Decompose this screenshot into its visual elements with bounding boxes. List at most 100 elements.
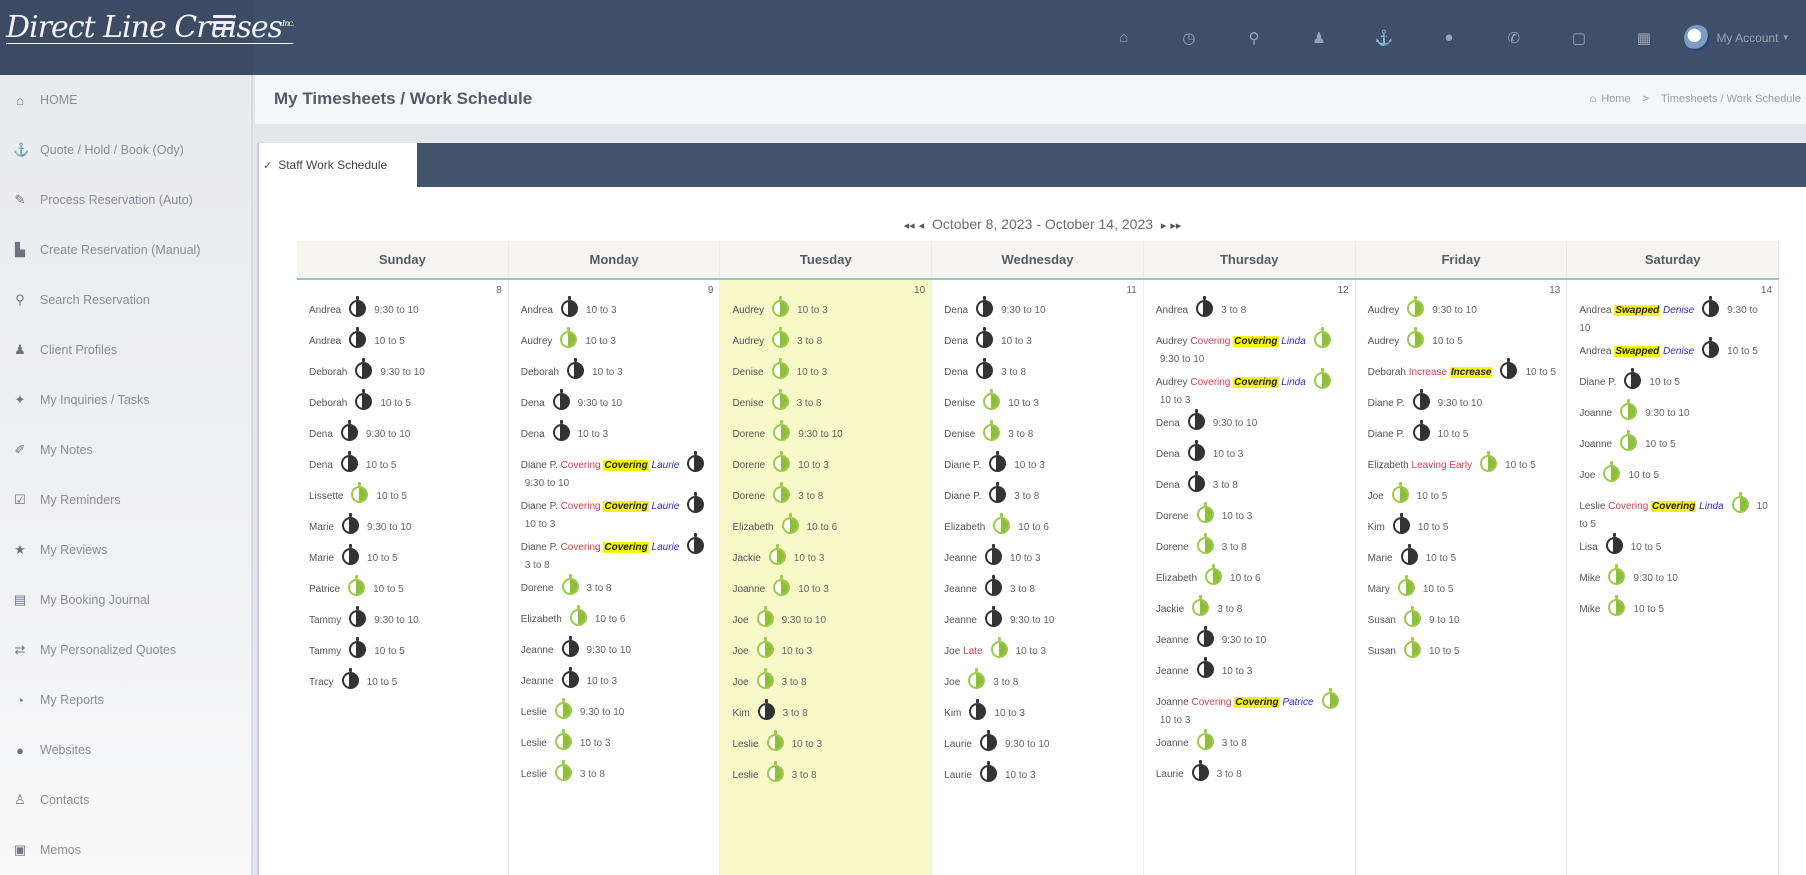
- shift-entry[interactable]: Denise 3 to 8: [732, 389, 921, 421]
- shift-entry[interactable]: Audrey 3 to 8: [732, 327, 921, 359]
- clock-dark-icon[interactable]: [984, 575, 1002, 597]
- shift-entry[interactable]: Joanne 9:30 to 10: [1579, 399, 1768, 431]
- clock-green-icon[interactable]: [1321, 688, 1339, 710]
- tab-staff-work-schedule[interactable]: ✓ Staff Work Schedule: [259, 143, 417, 187]
- shift-entry[interactable]: Joe 9:30 to 10: [732, 606, 921, 638]
- clock-green-icon[interactable]: [773, 575, 791, 597]
- shift-entry[interactable]: Dena 9:30 to 10: [1156, 409, 1345, 441]
- clock-green-icon[interactable]: [1480, 451, 1498, 473]
- shift-entry[interactable]: Joe 10 to 3: [732, 637, 921, 669]
- menu-toggle-icon[interactable]: [213, 15, 233, 31]
- clock-green-icon[interactable]: [1196, 729, 1214, 751]
- shift-entry[interactable]: Leslie 3 to 8: [521, 760, 710, 792]
- shift-entry[interactable]: Jeanne 9:30 to 10: [521, 636, 710, 668]
- shift-entry[interactable]: Audrey 9:30 to 10: [1368, 296, 1557, 328]
- clock-dark-icon[interactable]: [1412, 389, 1430, 411]
- clock-green-icon[interactable]: [569, 605, 587, 627]
- clock-green-icon[interactable]: [773, 482, 791, 504]
- shift-entry[interactable]: Diane P. 10 to 5: [1368, 420, 1557, 452]
- clock-dark-icon[interactable]: [687, 451, 705, 473]
- clock-green-icon[interactable]: [968, 668, 986, 690]
- clock-dark-icon[interactable]: [989, 451, 1007, 473]
- clock-dark-icon[interactable]: [1187, 471, 1205, 493]
- clock-dark-icon[interactable]: [349, 327, 367, 349]
- next-next-week-button[interactable]: ▸▸: [1170, 220, 1181, 232]
- clock-dark-icon[interactable]: [349, 296, 367, 318]
- shift-entry[interactable]: Denise 3 to 8: [944, 420, 1133, 452]
- shift-entry[interactable]: Diane P. 10 to 3: [944, 451, 1133, 483]
- prev-prev-week-button[interactable]: ◂◂: [904, 220, 915, 232]
- clock-icon[interactable]: ◷: [1156, 29, 1221, 47]
- shift-entry[interactable]: Laurie 9:30 to 10: [944, 730, 1133, 762]
- sidebar-item-my-reviews[interactable]: ★ My Reviews: [0, 525, 251, 575]
- clock-green-icon[interactable]: [756, 637, 774, 659]
- clock-green-icon[interactable]: [983, 420, 1001, 442]
- clock-dark-icon[interactable]: [969, 699, 987, 721]
- shift-entry[interactable]: Dena 10 to 5: [309, 451, 498, 483]
- clock-green-icon[interactable]: [1403, 637, 1421, 659]
- shift-entry[interactable]: Dena 10 to 3: [1156, 440, 1345, 472]
- clock-green-icon[interactable]: [773, 451, 791, 473]
- shift-entry[interactable]: Jeanne 3 to 8: [944, 575, 1133, 607]
- clock-green-icon[interactable]: [768, 544, 786, 566]
- sidebar-item-search-reservation[interactable]: ⚲ Search Reservation: [0, 275, 251, 325]
- shift-entry[interactable]: Mike 10 to 5: [1579, 595, 1768, 627]
- shift-entry[interactable]: Marie 9:30 to 10: [309, 513, 498, 545]
- shift-entry[interactable]: Audrey Covering Covering Linda 9:30 to 10: [1156, 327, 1345, 369]
- clock-dark-icon[interactable]: [552, 389, 570, 411]
- sidebar-item-my-personalized-quotes[interactable]: ⇄ My Personalized Quotes: [0, 625, 251, 675]
- person-icon[interactable]: ♟: [1286, 29, 1351, 47]
- sidebar-item-my-notes[interactable]: ✐ My Notes: [0, 425, 251, 475]
- shift-entry[interactable]: Diane P. Covering Covering Laurie 10 to 3: [521, 492, 710, 534]
- shift-entry[interactable]: Patrice 10 to 5: [309, 575, 498, 607]
- clock-green-icon[interactable]: [560, 327, 578, 349]
- shift-entry[interactable]: Diane P. Covering Covering Laurie 3 to 8: [521, 533, 710, 575]
- shift-entry[interactable]: Denise 10 to 3: [944, 389, 1133, 421]
- clock-dark-icon[interactable]: [1187, 440, 1205, 462]
- shift-entry[interactable]: Joanne 10 to 5: [1579, 430, 1768, 462]
- shift-entry[interactable]: Joanne Covering Covering Patrice 10 to 3: [1156, 688, 1345, 730]
- clock-green-icon[interactable]: [773, 420, 791, 442]
- clock-green-icon[interactable]: [993, 513, 1011, 535]
- clock-green-icon[interactable]: [1608, 564, 1626, 586]
- shift-entry[interactable]: Leslie Covering Covering Linda 10 to 5: [1579, 492, 1768, 534]
- clock-dark-icon[interactable]: [687, 533, 705, 555]
- clock-green-icon[interactable]: [990, 637, 1008, 659]
- shift-entry[interactable]: Audrey 10 to 3: [521, 327, 710, 359]
- shift-entry[interactable]: Andrea 3 to 8: [1156, 296, 1345, 328]
- clock-dark-icon[interactable]: [1605, 533, 1623, 555]
- shift-entry[interactable]: Leslie 3 to 8: [732, 761, 921, 793]
- shift-entry[interactable]: Leslie 9:30 to 10: [521, 698, 710, 730]
- clock-green-icon[interactable]: [554, 729, 572, 751]
- sidebar-item-client-profiles[interactable]: ♟ Client Profiles: [0, 325, 251, 375]
- clock-dark-icon[interactable]: [1702, 296, 1720, 318]
- clock-dark-icon[interactable]: [1187, 409, 1205, 431]
- clock-green-icon[interactable]: [1620, 430, 1638, 452]
- clock-green-icon[interactable]: [1407, 327, 1425, 349]
- shift-entry[interactable]: Andrea Swapped Denise 10 to 5: [1579, 337, 1768, 369]
- shift-entry[interactable]: Elizabeth 10 to 6: [1156, 564, 1345, 596]
- shift-entry[interactable]: Jeanne 10 to 3: [521, 667, 710, 699]
- shift-entry[interactable]: Lisa 10 to 5: [1579, 533, 1768, 565]
- clock-dark-icon[interactable]: [1392, 513, 1410, 535]
- clock-green-icon[interactable]: [554, 760, 572, 782]
- shift-entry[interactable]: Elizabeth Leaving Early 10 to 5: [1368, 451, 1557, 483]
- shift-entry[interactable]: Dorene 10 to 3: [732, 451, 921, 483]
- sidebar-item-my-reminders[interactable]: ☑ My Reminders: [0, 475, 251, 525]
- shift-entry[interactable]: Leslie 10 to 3: [521, 729, 710, 761]
- shift-entry[interactable]: Jackie 3 to 8: [1156, 595, 1345, 627]
- shift-entry[interactable]: Andrea 10 to 3: [521, 296, 710, 328]
- shift-entry[interactable]: Kim 10 to 3: [944, 699, 1133, 731]
- shift-entry[interactable]: Dena 9:30 to 10: [309, 420, 498, 452]
- breadcrumb-home-link[interactable]: Home: [1601, 93, 1630, 105]
- clock-dark-icon[interactable]: [976, 358, 994, 380]
- clock-dark-icon[interactable]: [984, 544, 1002, 566]
- account-menu[interactable]: My Account ▾: [1684, 24, 1788, 51]
- shift-entry[interactable]: Andrea Swapped Denise 9:30 to 10: [1579, 296, 1768, 338]
- sidebar-item-my-inquiries-tasks[interactable]: ✦ My Inquiries / Tasks: [0, 375, 251, 425]
- shift-entry[interactable]: Denise 10 to 3: [732, 358, 921, 390]
- shift-entry[interactable]: Dena 3 to 8: [1156, 471, 1345, 503]
- shift-entry[interactable]: Dorene 3 to 8: [521, 574, 710, 606]
- shift-entry[interactable]: Joe 10 to 5: [1368, 482, 1557, 514]
- clock-dark-icon[interactable]: [341, 668, 359, 690]
